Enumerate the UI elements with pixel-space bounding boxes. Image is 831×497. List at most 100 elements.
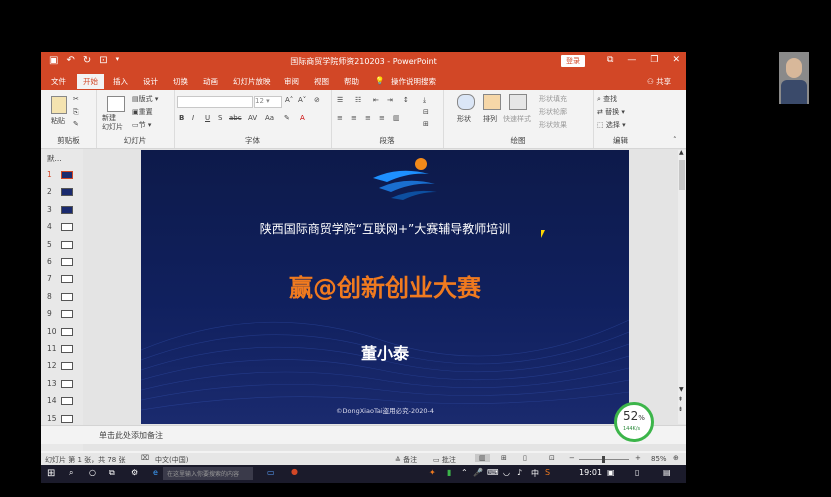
new-slide-icon[interactable] bbox=[107, 96, 125, 112]
smartart-icon[interactable]: ⊞ bbox=[423, 120, 429, 128]
scroll-down-icon[interactable]: ▼ bbox=[679, 386, 684, 393]
slide-thumbnail[interactable] bbox=[61, 240, 73, 249]
slide-thumbnail[interactable] bbox=[61, 188, 73, 197]
numbering-icon[interactable]: ☷ bbox=[355, 96, 361, 104]
tab-insert[interactable]: 插入 bbox=[113, 76, 128, 87]
slide-counter[interactable]: 幻灯片 第 1 张，共 78 张 bbox=[45, 455, 126, 465]
zoom-level[interactable]: 85% bbox=[651, 455, 667, 463]
char-spacing-icon[interactable]: AV bbox=[248, 114, 257, 122]
italic-icon[interactable]: I bbox=[192, 114, 194, 122]
tab-view[interactable]: 视图 bbox=[314, 76, 329, 87]
edge-icon[interactable]: e bbox=[153, 468, 158, 477]
shapes-icon[interactable] bbox=[457, 94, 475, 110]
tab-help[interactable]: 帮助 bbox=[344, 76, 359, 87]
tray-chevron-icon[interactable]: ⌃ bbox=[461, 468, 468, 477]
arrange-button[interactable]: 排列 bbox=[483, 114, 497, 124]
align-center-icon[interactable]: ≡ bbox=[351, 114, 357, 122]
zoom-out-icon[interactable]: − bbox=[569, 454, 575, 462]
wifi-icon[interactable]: ◡ bbox=[503, 468, 510, 477]
section-header[interactable]: 默... bbox=[47, 153, 62, 164]
tab-home[interactable]: 开始 bbox=[77, 74, 104, 89]
maximize-icon[interactable]: ❐ bbox=[650, 55, 658, 65]
close-icon[interactable]: ✕ bbox=[672, 55, 680, 65]
cut-icon[interactable]: ✂ bbox=[73, 95, 79, 103]
notes-toggle[interactable]: ≙ 备注 bbox=[395, 455, 417, 465]
slide-thumbnail[interactable] bbox=[61, 310, 73, 319]
font-size-box[interactable]: 12 ▾ bbox=[254, 96, 282, 108]
shape-fill-button[interactable]: 形状填充 bbox=[539, 94, 567, 104]
action-center-icon[interactable]: ▤ bbox=[663, 468, 671, 477]
prev-slide-icon[interactable]: ⇞ bbox=[678, 396, 683, 403]
tab-file[interactable]: 文件 bbox=[51, 76, 66, 87]
tab-design[interactable]: 设计 bbox=[143, 76, 158, 87]
columns-icon[interactable]: ▥ bbox=[393, 114, 400, 122]
slide-thumbnail[interactable] bbox=[61, 414, 73, 423]
show-desktop-icon[interactable]: ▯ bbox=[635, 468, 639, 477]
normal-view-icon[interactable]: ▥ bbox=[475, 454, 490, 462]
copy-icon[interactable]: ⎘ bbox=[73, 108, 79, 117]
collapse-ribbon-icon[interactable]: ˄ bbox=[673, 136, 677, 144]
slide-thumbnail[interactable] bbox=[61, 345, 73, 353]
fit-slide-icon[interactable]: ⊕ bbox=[673, 454, 679, 462]
slide-thumbnail[interactable] bbox=[61, 258, 73, 266]
slide-thumbnail[interactable] bbox=[61, 171, 73, 179]
notes-pane[interactable]: 单击此处添加备注 bbox=[41, 425, 686, 444]
new-slide-button[interactable]: 新建 幻灯片 bbox=[102, 114, 126, 132]
align-text-icon[interactable]: ⊟ bbox=[423, 108, 429, 116]
input-method-indicator[interactable]: 中 bbox=[531, 468, 539, 479]
change-case-icon[interactable]: Aa bbox=[265, 114, 274, 122]
taskbar-search-box[interactable]: 在这里输入你要搜索的内容 bbox=[163, 467, 253, 480]
task-view-icon[interactable]: ⧉ bbox=[109, 468, 115, 478]
sogou-icon[interactable]: S bbox=[545, 468, 550, 477]
zoom-slider-thumb[interactable] bbox=[602, 456, 605, 463]
search-icon[interactable]: ⌕ bbox=[69, 468, 73, 478]
slide-scrollbar[interactable]: ▲ ▼ ⇞ ⇟ bbox=[678, 149, 686, 424]
reset-button[interactable]: ▣重置 bbox=[132, 107, 153, 117]
bullets-icon[interactable]: ☰ bbox=[337, 96, 343, 104]
tab-transitions[interactable]: 切换 bbox=[173, 76, 188, 87]
slide-thumbnail[interactable] bbox=[61, 362, 73, 371]
shapes-button[interactable]: 形状 bbox=[457, 114, 471, 124]
shape-outline-button[interactable]: 形状轮廓 bbox=[539, 107, 567, 117]
quick-styles-icon[interactable] bbox=[509, 94, 527, 110]
shrink-font-icon[interactable]: A˅ bbox=[298, 96, 306, 104]
shadow-icon[interactable]: S bbox=[218, 114, 222, 122]
zoom-slider[interactable] bbox=[579, 456, 629, 463]
tab-animations[interactable]: 动画 bbox=[203, 76, 218, 87]
ribbon-display-icon[interactable]: ⧉ bbox=[607, 55, 613, 65]
highlight-icon[interactable]: ✎ bbox=[284, 114, 290, 122]
slide-thumbnail[interactable] bbox=[61, 275, 73, 284]
notification-app-icon[interactable]: ▣ bbox=[607, 468, 615, 477]
font-family-box[interactable] bbox=[177, 96, 253, 108]
slide-thumbnail[interactable] bbox=[61, 223, 73, 232]
tab-slideshow[interactable]: 幻灯片放映 bbox=[233, 76, 271, 87]
share-button[interactable]: ⚇ 共享 bbox=[647, 76, 671, 87]
arrange-icon[interactable] bbox=[483, 94, 501, 110]
keyboard-icon[interactable]: ⌨ bbox=[487, 468, 499, 477]
slide-thumbnail[interactable] bbox=[61, 397, 73, 406]
grow-font-icon[interactable]: A˄ bbox=[285, 96, 293, 104]
bold-icon[interactable]: B bbox=[179, 114, 184, 122]
language-indicator[interactable]: 中文(中国) bbox=[155, 455, 188, 465]
align-right-icon[interactable]: ≡ bbox=[365, 114, 371, 122]
reading-view-icon[interactable]: ▯ bbox=[523, 454, 527, 462]
cortana-icon[interactable]: ○ bbox=[89, 468, 96, 477]
layout-button[interactable]: ▤版式 ▾ bbox=[132, 94, 158, 104]
scroll-thumb[interactable] bbox=[679, 160, 685, 190]
spellcheck-icon[interactable]: ⌧ bbox=[141, 454, 149, 462]
start-icon[interactable]: ⊞ bbox=[47, 468, 55, 479]
paste-button[interactable]: 粘贴 bbox=[51, 116, 65, 126]
font-color-icon[interactable]: A bbox=[300, 114, 305, 122]
slide-thumbnail[interactable] bbox=[61, 205, 73, 214]
slide-thumbnail[interactable] bbox=[61, 292, 73, 301]
slide-thumbnail[interactable] bbox=[61, 379, 73, 388]
justify-icon[interactable]: ≡ bbox=[379, 114, 385, 122]
powerpoint-taskbar-icon[interactable]: ● bbox=[291, 467, 298, 476]
align-left-icon[interactable]: ≡ bbox=[337, 114, 343, 122]
format-painter-icon[interactable]: ✎ bbox=[73, 120, 79, 128]
underline-icon[interactable]: U bbox=[205, 114, 210, 122]
slide-thumbnail[interactable] bbox=[61, 327, 73, 336]
slide-canvas[interactable]: 陕西国际商贸学院“互联网+”大赛辅导教师培训 赢@创新创业大赛 董小泰 ©Don… bbox=[141, 150, 629, 424]
paste-icon[interactable] bbox=[51, 96, 67, 114]
line-spacing-icon[interactable]: ↕ bbox=[403, 96, 409, 104]
